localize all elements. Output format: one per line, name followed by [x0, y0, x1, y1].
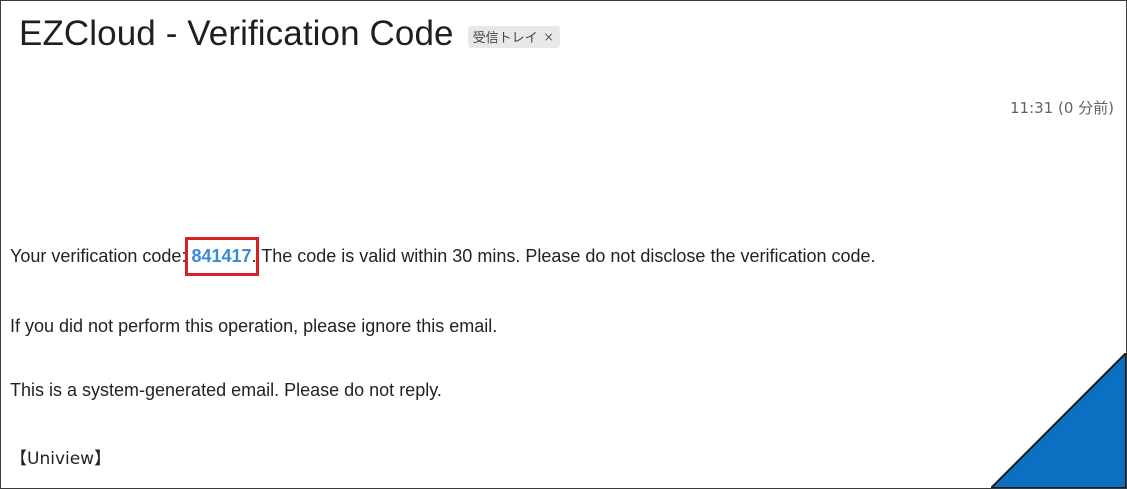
verification-code-highlight: 841417	[185, 237, 259, 276]
verification-code: 841417	[191, 246, 252, 266]
email-timestamp: 11:31 (0 分前)	[1009, 99, 1114, 117]
verification-prefix: Your verification code:	[10, 246, 192, 266]
verification-line: Your verification code: 841417. The code…	[10, 237, 876, 276]
inbox-label-text: 受信トレイ	[472, 31, 538, 46]
corner-decoration	[991, 353, 1126, 488]
subject-row: EZCloud - Verification Code 受信トレイ ×	[19, 12, 560, 56]
inbox-label-chip[interactable]: 受信トレイ ×	[467, 25, 560, 48]
email-signature: 【Uniview】	[10, 449, 112, 469]
email-view: EZCloud - Verification Code 受信トレイ × 11:3…	[0, 0, 1127, 489]
system-notice: This is a system-generated email. Please…	[10, 380, 442, 400]
email-subject: EZCloud - Verification Code	[19, 14, 454, 53]
corner-triangle	[991, 353, 1126, 488]
verification-suffix: . The code is valid within 30 mins. Plea…	[251, 246, 876, 266]
ignore-notice: If you did not perform this operation, p…	[10, 316, 498, 336]
remove-label-icon[interactable]: ×	[544, 30, 554, 44]
